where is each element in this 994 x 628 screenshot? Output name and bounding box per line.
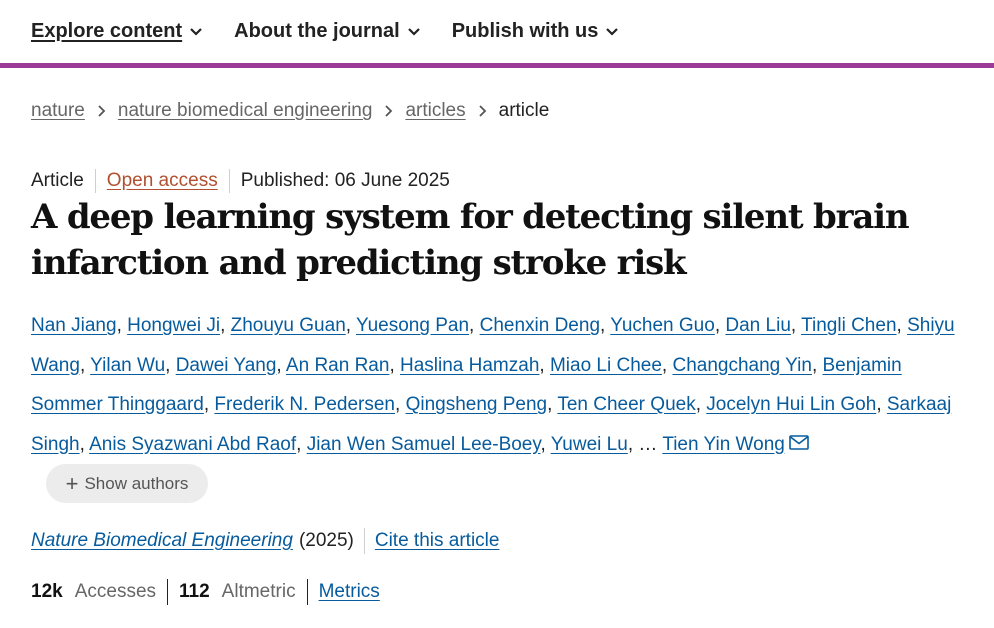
article-title: A deep learning system for detecting sil… <box>31 197 910 283</box>
author-link[interactable]: Dan Liu <box>725 315 791 336</box>
author-link[interactable]: Anis Syazwani Abd Raof <box>89 434 296 455</box>
author-separator: , <box>876 394 887 415</box>
article-metrics: 12k Accesses 112 Altmetric Metrics <box>31 579 380 605</box>
author-separator: , <box>661 354 673 376</box>
author-link[interactable]: Qingsheng Peng <box>406 394 548 415</box>
altmetric-count: 112 <box>179 581 210 602</box>
open-access-link[interactable]: Open access <box>107 170 218 192</box>
author-separator: , <box>790 315 802 336</box>
nav-about-journal-label: About the journal <box>234 20 400 42</box>
author-separator: , <box>539 354 550 376</box>
divider <box>167 579 169 605</box>
published-date: Published: 06 June 2025 <box>240 170 450 191</box>
breadcrumb: nature nature biomedical engineering art… <box>31 100 549 122</box>
author-separator: , <box>116 315 128 336</box>
chevron-right-icon <box>98 105 106 117</box>
chevron-right-icon <box>385 105 393 117</box>
show-authors-label: Show authors <box>84 473 189 493</box>
author-list: Nan Jiang, Hongwei Ji, Zhouyu Guan, Yues… <box>31 306 976 464</box>
divider <box>228 169 230 193</box>
chevron-down-icon <box>407 27 420 36</box>
author-separator: , <box>165 354 176 376</box>
author-link-corresponding[interactable]: Tien Yin Wong <box>662 434 785 455</box>
author-link[interactable]: Yuchen Guo <box>610 315 715 336</box>
author-separator: , <box>220 315 231 336</box>
accesses-count: 12k <box>31 581 63 602</box>
altmetric-label: Altmetric <box>221 581 296 602</box>
author-separator: , <box>345 315 356 336</box>
author-separator: , <box>600 315 611 336</box>
divider <box>306 579 308 605</box>
author-separator: , <box>79 433 90 455</box>
author-link[interactable]: Yilan Wu <box>90 355 165 376</box>
author-separator: , <box>627 433 639 455</box>
plus-icon: + <box>65 470 79 496</box>
author-separator: , <box>395 394 406 415</box>
top-navigation: Explore content About the journal Publis… <box>0 0 994 68</box>
author-separator: , <box>896 315 908 336</box>
authors-ellipsis: … <box>638 433 658 455</box>
breadcrumb-link-articles[interactable]: articles <box>405 100 465 122</box>
nav-publish-with-us-label: Publish with us <box>451 20 599 42</box>
divider <box>363 528 365 554</box>
divider <box>94 169 96 193</box>
author-separator: , <box>695 394 707 415</box>
author-separator: , <box>811 354 823 376</box>
author-link[interactable]: Hongwei Ji <box>127 315 220 336</box>
author-separator: , <box>540 433 551 455</box>
citation-year: (2025) <box>298 530 354 551</box>
author-separator: , <box>469 315 480 336</box>
breadcrumb-current: article <box>498 100 550 121</box>
nav-about-journal[interactable]: About the journal <box>234 20 420 43</box>
article-meta: Article Open access Published: 06 June 2… <box>31 169 450 193</box>
metrics-link[interactable]: Metrics <box>319 581 380 603</box>
author-link[interactable]: Yuwei Lu <box>551 434 628 455</box>
nav-explore-content[interactable]: Explore content <box>31 20 202 43</box>
author-link[interactable]: Frederik N. Pedersen <box>214 394 395 415</box>
author-separator: , <box>296 433 307 455</box>
author-link[interactable]: Miao Li Chee <box>550 355 662 376</box>
article-type: Article <box>31 170 84 191</box>
journal-link[interactable]: Nature Biomedical Engineering <box>31 530 293 552</box>
author-link[interactable]: Dawei Yang <box>176 355 277 376</box>
mail-icon[interactable] <box>789 434 809 450</box>
author-link[interactable]: Tingli Chen <box>801 315 896 336</box>
author-links: Nan Jiang, Hongwei Ji, Zhouyu Guan, Yues… <box>31 315 955 455</box>
chevron-down-icon <box>190 27 202 36</box>
cite-this-article-link[interactable]: Cite this article <box>375 530 500 552</box>
author-link[interactable]: Jocelyn Hui Lin Goh <box>706 394 876 415</box>
breadcrumb-link-nature[interactable]: nature <box>31 100 85 122</box>
chevron-right-icon <box>478 105 486 117</box>
author-link[interactable]: Yuesong Pan <box>356 315 469 336</box>
accesses-label: Accesses <box>74 581 157 602</box>
author-separator: , <box>79 354 91 376</box>
author-separator: , <box>203 394 215 415</box>
nav-publish-with-us[interactable]: Publish with us <box>452 20 619 43</box>
author-link[interactable]: Nan Jiang <box>31 315 117 336</box>
nav-explore-content-label: Explore content <box>31 20 183 42</box>
author-link[interactable]: Zhouyu Guan <box>231 315 346 336</box>
author-link[interactable]: An Ran Ran <box>286 355 390 376</box>
author-link[interactable]: Haslina Hamzah <box>400 355 539 376</box>
author-link[interactable]: Chenxin Deng <box>480 315 600 336</box>
author-separator: , <box>389 354 400 376</box>
author-separator: , <box>547 394 558 415</box>
citation-line: Nature Biomedical Engineering (2025) Cit… <box>31 528 499 554</box>
chevron-down-icon <box>606 27 619 36</box>
author-link[interactable]: Changchang Yin <box>672 355 811 376</box>
author-link[interactable]: Ten Cheer Quek <box>557 394 695 415</box>
show-authors-button[interactable]: + Show authors <box>46 464 208 503</box>
breadcrumb-link-journal[interactable]: nature biomedical engineering <box>118 100 373 122</box>
author-link[interactable]: Jian Wen Samuel Lee-Boey <box>307 434 541 455</box>
author-separator: , <box>276 354 286 376</box>
author-separator: , <box>714 315 726 336</box>
